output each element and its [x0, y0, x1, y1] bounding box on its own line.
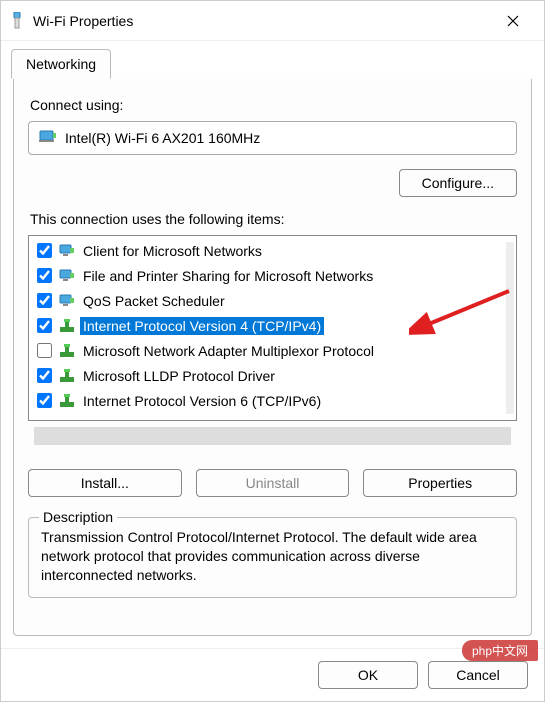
protocol-icon: [58, 342, 76, 360]
tabstrip: Networking: [1, 41, 544, 79]
install-button[interactable]: Install...: [28, 469, 182, 497]
action-buttons: Install... Uninstall Properties: [28, 469, 517, 497]
device-name: Intel(R) Wi-Fi 6 AX201 160MHz: [65, 130, 260, 146]
items-label: This connection uses the following items…: [30, 211, 515, 227]
client-icon: [58, 242, 76, 260]
list-item[interactable]: Microsoft Network Adapter Multiplexor Pr…: [29, 338, 506, 363]
close-button[interactable]: [490, 5, 536, 37]
item-label: File and Printer Sharing for Microsoft N…: [80, 267, 376, 285]
wifi-adapter-icon: [9, 11, 25, 31]
device-icon: [39, 130, 57, 146]
configure-button[interactable]: Configure...: [399, 169, 517, 197]
titlebar: Wi-Fi Properties: [1, 1, 544, 41]
description-text: Transmission Control Protocol/Internet P…: [41, 528, 504, 585]
list-item[interactable]: File and Printer Sharing for Microsoft N…: [29, 263, 506, 288]
list-item[interactable]: Internet Protocol Version 4 (TCP/IPv4): [29, 313, 506, 338]
configure-row: Configure...: [28, 169, 517, 197]
item-label: Client for Microsoft Networks: [80, 242, 265, 260]
vertical-scrollbar[interactable]: [506, 242, 514, 414]
item-checkbox[interactable]: [37, 268, 52, 283]
wifi-properties-window: Wi-Fi Properties Networking Connect usin…: [0, 0, 545, 702]
items-list: Client for Microsoft Networks File and Pr…: [28, 235, 517, 421]
item-label: Internet Protocol Version 4 (TCP/IPv4): [80, 317, 324, 335]
networking-panel: Connect using: Intel(R) Wi-Fi 6 AX201 16…: [13, 79, 532, 636]
window-title: Wi-Fi Properties: [33, 13, 490, 29]
horizontal-scrollbar[interactable]: [34, 427, 511, 445]
uninstall-button: Uninstall: [196, 469, 350, 497]
description-title: Description: [39, 509, 117, 525]
properties-button[interactable]: Properties: [363, 469, 517, 497]
protocol-icon: [58, 317, 76, 335]
watermark: php中文网: [462, 640, 538, 661]
list-item[interactable]: Client for Microsoft Networks: [29, 238, 506, 263]
connect-using-label: Connect using:: [30, 97, 515, 113]
protocol-icon: [58, 367, 76, 385]
ok-button[interactable]: OK: [318, 661, 418, 689]
cancel-button[interactable]: Cancel: [428, 661, 528, 689]
protocol-icon: [58, 392, 76, 410]
connect-using-box: Intel(R) Wi-Fi 6 AX201 160MHz: [28, 121, 517, 155]
list-item[interactable]: Internet Protocol Version 6 (TCP/IPv6): [29, 388, 506, 413]
list-item[interactable]: Microsoft LLDP Protocol Driver: [29, 363, 506, 388]
item-label: Microsoft LLDP Protocol Driver: [80, 367, 278, 385]
item-label: Internet Protocol Version 6 (TCP/IPv6): [80, 392, 324, 410]
tab-networking[interactable]: Networking: [11, 49, 111, 79]
description-group: Description Transmission Control Protoco…: [28, 517, 517, 598]
item-checkbox[interactable]: [37, 368, 52, 383]
item-label: Microsoft Network Adapter Multiplexor Pr…: [80, 342, 377, 360]
list-item[interactable]: QoS Packet Scheduler: [29, 288, 506, 313]
item-checkbox[interactable]: [37, 243, 52, 258]
item-checkbox[interactable]: [37, 293, 52, 308]
item-checkbox[interactable]: [37, 343, 52, 358]
item-checkbox[interactable]: [37, 318, 52, 333]
dialog-footer: OK Cancel php中文网: [1, 648, 544, 701]
item-checkbox[interactable]: [37, 393, 52, 408]
client-icon: [58, 267, 76, 285]
client-icon: [58, 292, 76, 310]
item-label: QoS Packet Scheduler: [80, 292, 228, 310]
